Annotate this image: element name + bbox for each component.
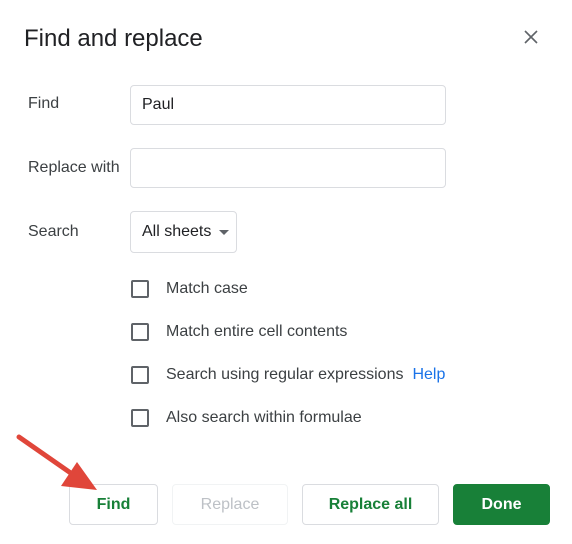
match-case-label[interactable]: Match case <box>166 280 248 298</box>
option-regular-expressions: Search using regular expressions Help <box>131 364 445 386</box>
find-replace-dialog: Find and replace Find Replace with Searc… <box>0 0 572 544</box>
find-button[interactable]: Find <box>69 484 158 525</box>
match-entire-cell-checkbox[interactable] <box>131 323 149 341</box>
replace-with-label: Replace with <box>28 159 120 176</box>
replace-with-input[interactable] <box>130 148 446 188</box>
help-link[interactable]: Help <box>412 366 445 384</box>
regular-expressions-checkbox[interactable] <box>131 366 149 384</box>
search-formulae-checkbox[interactable] <box>131 409 149 427</box>
find-input[interactable] <box>130 85 446 125</box>
match-entire-cell-label[interactable]: Match entire cell contents <box>166 323 347 341</box>
replace-button: Replace <box>172 484 288 525</box>
search-label: Search <box>28 223 79 240</box>
close-icon <box>524 30 538 44</box>
match-case-checkbox[interactable] <box>131 280 149 298</box>
replace-all-button[interactable]: Replace all <box>302 484 439 525</box>
search-scope-dropdown[interactable]: All sheets <box>130 211 237 253</box>
option-match-entire-cell: Match entire cell contents <box>131 321 347 343</box>
option-search-formulae: Also search within formulae <box>131 407 362 429</box>
search-formulae-label[interactable]: Also search within formulae <box>166 409 362 427</box>
dialog-title: Find and replace <box>24 25 203 52</box>
find-label: Find <box>28 95 60 112</box>
regular-expressions-label[interactable]: Search using regular expressions <box>166 366 403 384</box>
option-match-case: Match case <box>131 278 248 300</box>
close-button[interactable] <box>516 22 546 52</box>
done-button[interactable]: Done <box>453 484 550 525</box>
dropdown-caret-icon <box>219 229 230 235</box>
annotation-arrow-icon <box>16 434 97 490</box>
search-scope-value: All sheets <box>142 223 212 240</box>
